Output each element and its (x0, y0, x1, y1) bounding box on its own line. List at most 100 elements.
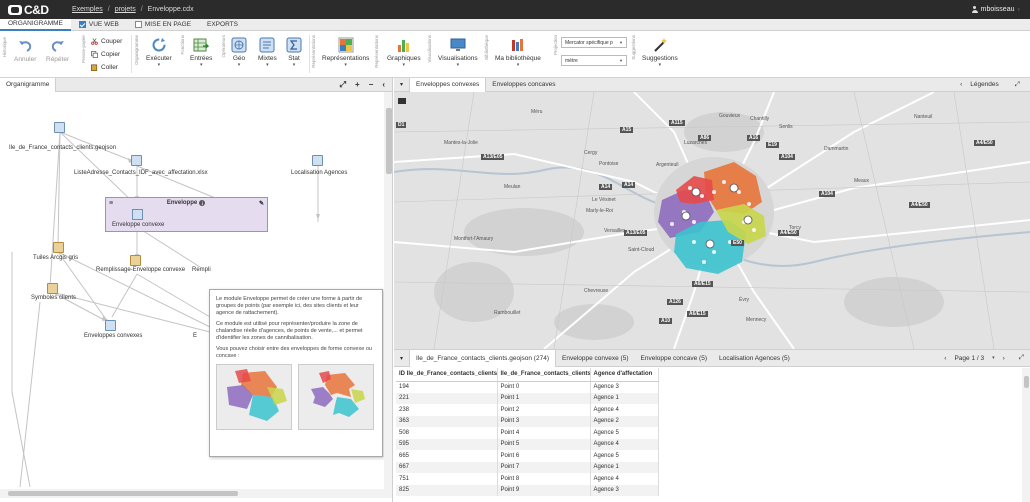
table-header-row: ID Ile_de_France_contacts_clients Ile_de… (396, 368, 659, 382)
column-header-agence[interactable]: Agence d'affectation (590, 368, 659, 382)
node-symboles[interactable] (47, 283, 58, 294)
tab-organigramme-pane[interactable]: Organigramme (0, 78, 57, 92)
table-row[interactable]: 751 Point 8 Agence 4 (396, 473, 659, 485)
table-cell: 665 (396, 450, 498, 462)
node-excel-list-label: ListeAdresse_Contacts_IDF_avec_affectati… (74, 170, 208, 176)
table-row[interactable]: 665 Point 6 Agence 5 (396, 450, 659, 462)
bar-chart-icon (397, 40, 409, 52)
execute-button[interactable]: Exécuter ▾ (146, 37, 172, 68)
table-row[interactable]: 825 Point 9 Agence 3 (396, 484, 659, 496)
node-remplissage[interactable] (130, 255, 141, 266)
table-cell: Point 7 (497, 461, 591, 473)
graph-vertical-scrollbar[interactable] (384, 92, 392, 489)
tab-enveloppe-convexe-table[interactable]: Enveloppe convexe (5) (556, 350, 635, 367)
tab-exports[interactable]: EXPORTS (199, 19, 246, 31)
table-row[interactable]: 508 Point 4 Agence 5 (396, 427, 659, 439)
tab-mise-en-page[interactable]: MISE EN PAGE (127, 19, 199, 31)
unit-select[interactable]: mètre ▼ (561, 55, 627, 66)
table-row[interactable]: 238 Point 2 Agence 4 (396, 404, 659, 416)
undo-icon (19, 41, 32, 52)
node-geojson[interactable] (54, 122, 65, 133)
undo-button[interactable]: Annuler (14, 38, 36, 63)
tooltip-paragraph-2: Ce module est utilisé pour représenter/p… (216, 321, 363, 341)
tab-enveloppe-concave-table[interactable]: Enveloppe concave (5) (635, 350, 714, 367)
table-row[interactable]: 221 Point 1 Agence 1 (396, 392, 659, 404)
paste-button[interactable]: Coller (91, 64, 118, 71)
column-header-name[interactable]: Ile_de_France_contacts_clients (497, 368, 591, 382)
library-button[interactable]: Ma bibliothèque ▾ (495, 37, 541, 68)
table-row[interactable]: 194 Point 0 Agence 3 (396, 381, 659, 393)
table-cell: Agence 5 (590, 450, 659, 462)
expand-table-icon[interactable]: ⤢ (1019, 354, 1024, 362)
town-rambouillet: Rambouillet (494, 310, 521, 316)
breadcrumb-exemples[interactable]: Exemples (72, 6, 103, 13)
menu-icon[interactable]: ≡ (109, 200, 113, 207)
representations-button[interactable]: Représentations ▾ (322, 37, 369, 68)
agences-file-icon (312, 155, 323, 166)
page-indicator[interactable]: Page 1 / 3 (954, 355, 984, 362)
table-cell: Agence 4 (590, 404, 659, 416)
road-d1: D1 (396, 122, 407, 128)
visualisations-button[interactable]: Visualisations ▾ (438, 37, 478, 68)
table-row[interactable]: 363 Point 3 Agence 2 (396, 415, 659, 427)
execute-dropdown-icon[interactable]: ▾ (158, 62, 161, 68)
graphics-button[interactable]: Graphiques ▾ (387, 37, 421, 68)
breadcrumb-projets[interactable]: projets (115, 6, 136, 13)
node-symboles-label: Symboles clients (31, 295, 77, 301)
prev-page-icon[interactable]: ‹ (944, 355, 946, 362)
projection-select[interactable]: Mercator spécifique p ▼ (561, 37, 627, 48)
redo-button[interactable]: Répéter (46, 38, 69, 63)
envelope-inner-label: Enveloppe convexe (112, 222, 165, 228)
tab-geojson-table[interactable]: Ile_de_France_contacts_clients.geojson (… (409, 349, 556, 367)
suggestions-button[interactable]: Suggestions ▾ (642, 37, 678, 68)
node-agences-label: Localisation Agences (291, 170, 348, 176)
legend-toggle[interactable]: ‹ Légendes ⤢ (960, 81, 1030, 89)
tab-localisation-agences-table[interactable]: Localisation Agences (5) (713, 350, 796, 367)
tab-vue-web[interactable]: VUE WEB (71, 19, 127, 31)
table-row[interactable]: 595 Point 5 Agence 4 (396, 438, 659, 450)
table-pager: ‹ Page 1 / 3 ▾ › ⤢ (944, 354, 1030, 362)
collapse-map-icon[interactable]: ▾ (394, 81, 409, 88)
table-vertical-scrollbar[interactable] (1022, 368, 1030, 502)
stat-button[interactable]: Stat ▾ (286, 37, 302, 68)
town-chantilly: Chantilly (750, 116, 770, 122)
app-logo[interactable]: C&D (0, 3, 72, 17)
map-canvas[interactable] (394, 92, 1030, 349)
table-cell: Point 5 (497, 438, 591, 450)
node-excel-list[interactable] (131, 155, 142, 166)
entries-button[interactable]: Entrées ▾ (190, 37, 212, 68)
info-icon[interactable]: i (199, 200, 206, 206)
copy-button[interactable]: Copier (91, 51, 120, 58)
expand-icon[interactable]: ⤢ (1015, 81, 1020, 89)
collapse-table-icon[interactable]: ▾ (394, 355, 409, 362)
pin-icon[interactable]: ✎ (259, 200, 264, 207)
node-tuiles[interactable] (53, 242, 64, 253)
table-cell: 221 (396, 392, 498, 404)
node-agences[interactable] (312, 155, 323, 166)
table-cell: Agence 2 (590, 415, 659, 427)
envelope-module-box[interactable]: ≡ Enveloppe i ✎ Enveloppe convexe (105, 197, 268, 232)
column-header-id[interactable]: ID Ile_de_France_contacts_clients (396, 368, 498, 382)
graph-horizontal-scrollbar[interactable] (0, 489, 392, 498)
table-row[interactable]: 667 Point 7 Agence 1 (396, 461, 659, 473)
collapse-left-icon[interactable]: ‹ (382, 80, 385, 90)
cut-button[interactable]: Couper (91, 38, 122, 45)
chevron-down-icon[interactable]: ▾ (992, 355, 995, 361)
tab-enveloppes-convexes[interactable]: Enveloppes convexes (409, 78, 487, 92)
vue-web-checkbox[interactable] (78, 21, 86, 28)
zoom-out-icon[interactable]: − (369, 80, 374, 90)
library-icon (511, 39, 523, 51)
geo-button[interactable]: Géo ▾ (231, 37, 247, 68)
mise-en-page-checkbox[interactable] (134, 21, 142, 28)
user-menu[interactable]: mboisseau ▾ (971, 6, 1030, 13)
tab-enveloppes-concaves[interactable]: Enveloppes concaves (486, 78, 561, 92)
table-cell: 363 (396, 415, 498, 427)
node-envconvexes[interactable] (105, 320, 116, 331)
fill-icon (130, 255, 141, 266)
tab-organigramme[interactable]: ORGANIGRAMME (0, 18, 71, 31)
zoom-in-icon[interactable]: + (355, 80, 360, 90)
next-page-icon[interactable]: › (1003, 355, 1005, 362)
mixed-button[interactable]: Mixtes ▾ (258, 37, 277, 68)
concave-example-image (298, 364, 374, 430)
fit-to-screen-icon[interactable]: ⤢ (340, 80, 346, 90)
